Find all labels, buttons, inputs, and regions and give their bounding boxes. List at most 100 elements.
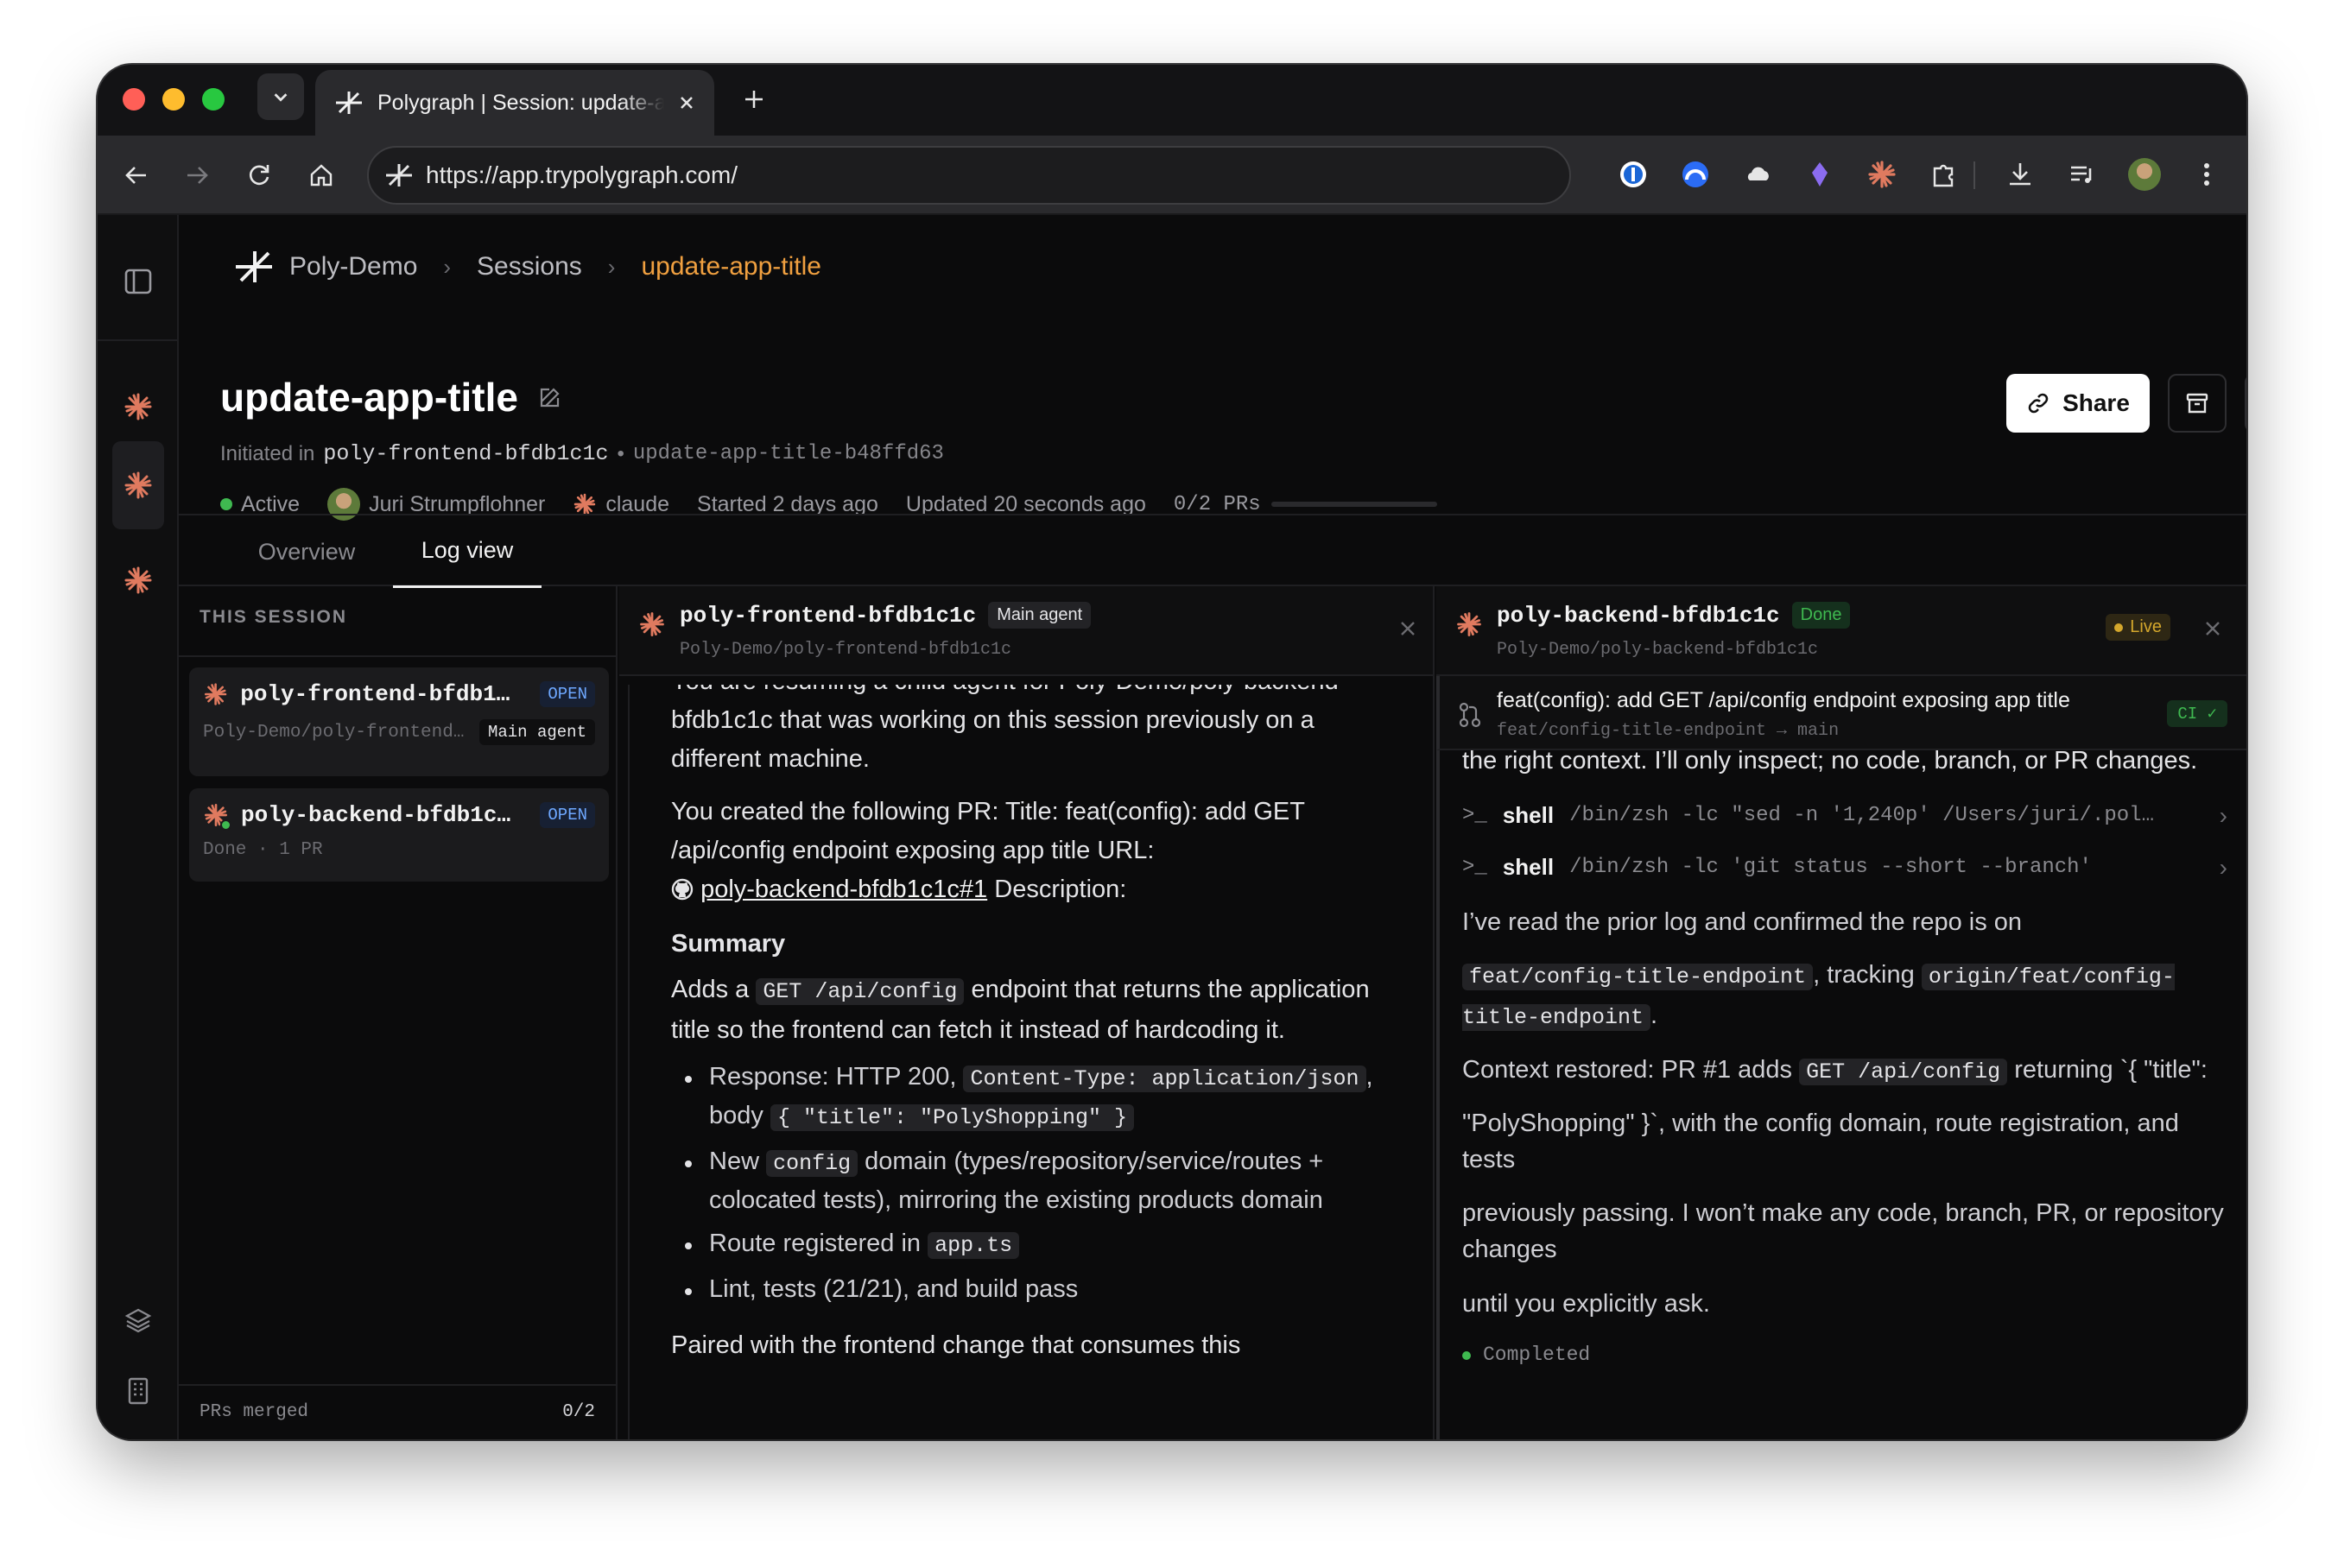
log-text: returning `{ "title": — [2014, 1056, 2208, 1084]
github-icon — [671, 878, 694, 901]
rail-session-1[interactable] — [112, 381, 164, 433]
address-bar[interactable]: https://app.trypolygraph.com/ — [367, 146, 1571, 205]
log-paragraph: I’ve read the prior log and confirmed th… — [1462, 908, 2023, 936]
rail-session-3[interactable] — [112, 554, 164, 606]
pr-progress-bar — [1270, 502, 1437, 507]
claude-icon — [1868, 161, 1896, 188]
maximize-window-button[interactable] — [202, 88, 225, 111]
shell-command: /bin/zsh -lc 'git status --short --branc… — [1569, 855, 2092, 879]
home-button[interactable] — [301, 155, 341, 195]
password-manager-extension-button[interactable] — [1612, 154, 1654, 195]
url-text: https://app.trypolygraph.com/ — [426, 161, 738, 188]
chevron-down-icon — [274, 93, 288, 102]
shell-command: /bin/zsh -lc "sed -n '1,240p' /Users/jur… — [1569, 803, 2154, 827]
done-badge: Done — [1791, 602, 1851, 629]
toggle-sidebar-button[interactable] — [112, 256, 164, 307]
downloads-button[interactable] — [1999, 154, 2041, 195]
log-gutter — [619, 676, 630, 1439]
playlist-icon — [2071, 166, 2092, 183]
log-panel-backend: poly-backend-bfdb1c1c Done Poly-Demo/pol… — [1436, 586, 2246, 1439]
agent-card-backend[interactable]: poly-backend-bfdb1c1c OPEN Done · 1 PR — [189, 788, 609, 882]
list-item: Response: HTTP 200, Content-Type: applic… — [671, 1059, 1390, 1136]
breadcrumb-sessions[interactable]: Sessions — [477, 252, 582, 281]
close-tab-icon[interactable] — [678, 94, 695, 111]
origin-repo[interactable]: poly-frontend-bfdb1c1c — [323, 441, 608, 466]
media-controls-button[interactable] — [2062, 154, 2103, 195]
chevron-right-icon: › — [607, 253, 616, 280]
agent-card-frontend[interactable]: poly-frontend-bfdb1c… OPEN Poly-Demo/pol… — [189, 667, 609, 776]
forward-button[interactable] — [177, 155, 217, 195]
inline-code: config — [766, 1150, 858, 1177]
reload-button[interactable] — [239, 155, 279, 195]
tab-log-view[interactable]: Log view — [393, 515, 542, 588]
session-sidebar: THIS SESSION poly-frontend-bfdb1c… OPEN … — [179, 586, 618, 1439]
edit-icon[interactable] — [537, 384, 563, 410]
shell-command-row[interactable]: >_ shell /bin/zsh -lc 'git status --shor… — [1462, 841, 2227, 893]
claude-icon — [1457, 612, 1481, 636]
more-options-button[interactable] — [2245, 374, 2246, 433]
log-text: , tracking — [1813, 961, 1915, 989]
puzzle-icon — [1933, 164, 1954, 187]
close-window-button[interactable] — [123, 88, 145, 111]
tab-title: Polygraph | Session: update-app-title — [377, 90, 664, 115]
sidebar-toggle-icon — [124, 269, 152, 294]
pull-request-icon — [1459, 702, 1481, 728]
completed-status: Completed — [1462, 1336, 2227, 1375]
origin-branch: update-app-title-b48ffd63 — [632, 442, 944, 465]
inline-code: GET /api/config — [1799, 1059, 2008, 1085]
main-agent-tag: Main agent — [478, 719, 595, 745]
breadcrumb: Poly-Demo › Sessions › update-app-title — [234, 250, 821, 284]
page-title: update-app-title — [220, 375, 518, 420]
log-text: Response: HTTP 200, — [709, 1063, 957, 1091]
sidebar-heading: THIS SESSION — [200, 607, 348, 627]
log-message: You are resuming a child agent for Poly-… — [671, 676, 1390, 1365]
extensions-button[interactable] — [1923, 154, 1965, 195]
cloud-extension-button[interactable] — [1737, 154, 1778, 195]
toolbar-divider — [1973, 161, 1975, 189]
claude-extension-button[interactable] — [1861, 154, 1903, 195]
log-text: Context restored: PR #1 adds — [1462, 1056, 1793, 1084]
back-button[interactable] — [117, 155, 156, 195]
prs-merged-label: PRs merged — [200, 1402, 309, 1422]
share-button[interactable]: Share — [2006, 374, 2150, 433]
close-panel-icon[interactable] — [1398, 619, 1417, 638]
status-badge: OPEN — [540, 681, 595, 707]
agent-card-name: poly-frontend-bfdb1c… — [240, 681, 516, 707]
browser-menu-button[interactable] — [2186, 154, 2227, 195]
shell-label: shell — [1502, 801, 1555, 828]
pr-link[interactable]: poly-backend-bfdb1c1c#1 — [700, 876, 987, 903]
new-tab-button[interactable] — [735, 80, 773, 118]
pr-banner[interactable]: feat(config): add GET /api/config endpoi… — [1436, 676, 2246, 750]
inline-code: { "title": "PolyShopping" } — [770, 1104, 1135, 1131]
log-paragraph: "PolyShopping" }`, with the config domai… — [1462, 1110, 2179, 1173]
minimize-window-button[interactable] — [162, 88, 185, 111]
completed-dot — [1462, 1350, 1471, 1360]
organization-button[interactable] — [112, 1365, 164, 1417]
profile-avatar-button[interactable] — [2124, 154, 2165, 195]
layers-button[interactable] — [112, 1294, 164, 1346]
arc-extension-button[interactable] — [1675, 154, 1716, 195]
shell-command-row[interactable]: >_ shell /bin/zsh -lc "sed -n '1,240p' /… — [1462, 789, 2227, 841]
rail-session-2-selected[interactable] — [112, 441, 164, 529]
chevron-right-icon: › — [2219, 801, 2227, 829]
breadcrumb-current: update-app-title — [641, 252, 821, 281]
tab-overview[interactable]: Overview — [220, 515, 393, 588]
archive-button[interactable] — [2168, 374, 2227, 433]
panel-agent-name: poly-backend-bfdb1c1c — [1497, 602, 1780, 629]
avatar — [2128, 158, 2161, 191]
inline-code: feat/config-title-endpoint — [1462, 964, 1814, 990]
agent-icon-with-status — [203, 802, 231, 831]
tab-search-button[interactable] — [257, 73, 304, 120]
sidebar-footer: PRs merged 0/2 — [200, 1402, 595, 1422]
breadcrumb-org[interactable]: Poly-Demo — [289, 252, 417, 281]
panel-log-body: You are resuming a child agent for Poly-… — [619, 676, 1433, 1439]
panel-log-body: feat(config): add GET /api/config endpoi… — [1436, 676, 2246, 1439]
inline-code: app.ts — [928, 1232, 1020, 1259]
crystal-extension-button[interactable] — [1799, 154, 1840, 195]
reload-icon — [250, 165, 269, 186]
log-text: You created the following PR: Title: fea… — [671, 798, 1305, 864]
home-icon — [310, 164, 333, 187]
close-panel-icon[interactable] — [2203, 619, 2222, 638]
archive-icon — [2186, 393, 2208, 414]
browser-tab-active[interactable]: Polygraph | Session: update-app-title — [315, 70, 714, 136]
